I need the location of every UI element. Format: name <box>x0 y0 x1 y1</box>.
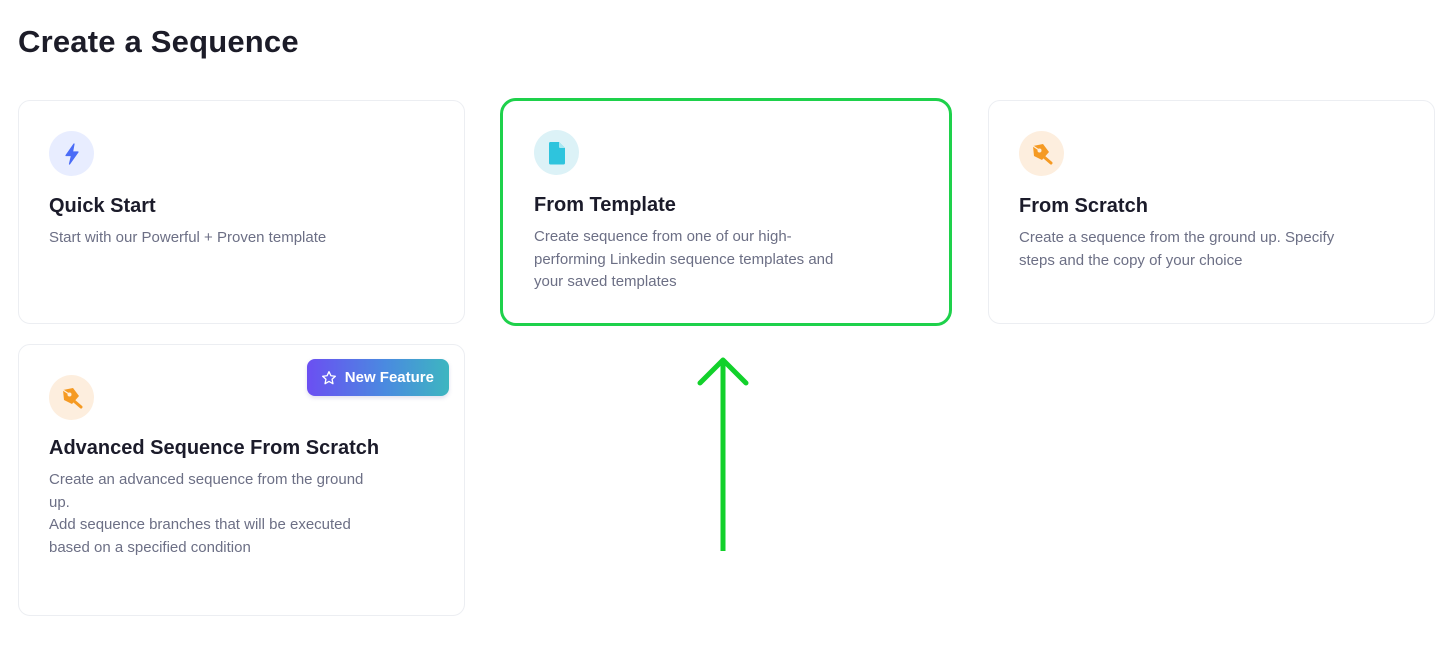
card-description: Create an advanced sequence from the gro… <box>49 471 364 556</box>
annotation-arrow-up-icon <box>697 357 749 551</box>
pen-tool-icon <box>1019 131 1064 176</box>
create-sequence-page: Create a Sequence Quick Start Start with… <box>0 0 1446 665</box>
quick-start-card[interactable]: Quick Start Start with our Powerful + Pr… <box>18 100 465 324</box>
from-scratch-card[interactable]: From Scratch Create a sequence from the … <box>988 100 1435 324</box>
card-title: From Scratch <box>1019 195 1148 217</box>
card-description: Create sequence from one of our high- pe… <box>534 228 834 290</box>
card-description: Start with our Powerful + Proven templat… <box>49 229 327 246</box>
bolt-icon <box>49 131 94 176</box>
card-description: Create a sequence from the ground up. Sp… <box>1019 229 1335 269</box>
page-title: Create a Sequence <box>18 24 299 59</box>
advanced-sequence-card[interactable]: New Feature Advanced Sequence From Scrat… <box>18 344 465 616</box>
from-template-card[interactable]: From Template Create sequence from one o… <box>500 98 952 326</box>
card-title: Advanced Sequence From Scratch <box>49 437 380 459</box>
document-icon <box>534 130 579 175</box>
star-icon <box>321 370 336 384</box>
card-title: From Template <box>534 194 676 216</box>
new-feature-badge: New Feature <box>306 359 449 396</box>
card-title: Quick Start <box>49 195 156 217</box>
badge-label: New Feature <box>344 369 434 386</box>
pen-tool-icon <box>49 375 94 420</box>
